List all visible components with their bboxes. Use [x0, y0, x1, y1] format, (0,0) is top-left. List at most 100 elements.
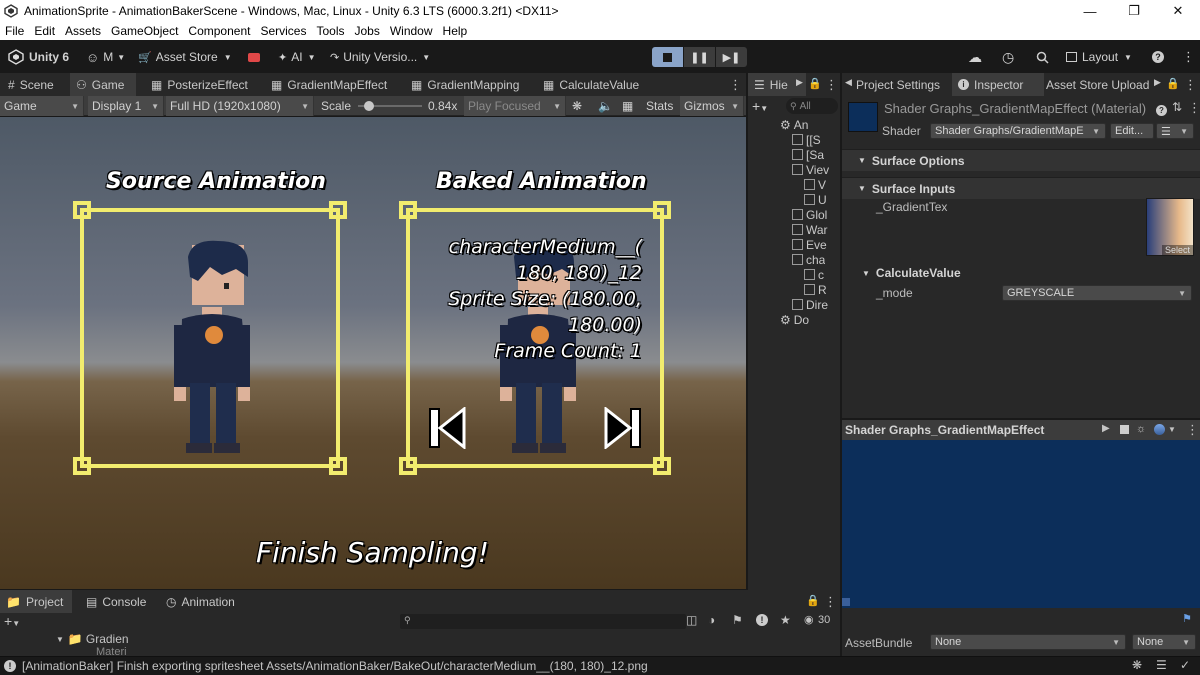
project-folder-row[interactable]: ▼ 📁 Gradien [56, 632, 129, 646]
tab-posterize-effect[interactable]: ▦ PosterizeEffect [145, 73, 265, 96]
chevron-down-icon[interactable]: ▼ [1168, 425, 1176, 434]
project-search-input[interactable]: ⚲ [400, 614, 686, 629]
project-subfolder-row[interactable]: Materi [96, 646, 127, 656]
version-control-dropdown[interactable]: ↷ Unity Versio... ▼ [330, 47, 430, 67]
search-by-label-icon[interactable]: ◑ [708, 613, 715, 627]
hierarchy-object-row[interactable]: [[S [748, 132, 821, 147]
toolbar-more-menu[interactable]: ⋮ [1182, 47, 1195, 67]
account-dropdown[interactable]: ☺ M ▼ [86, 47, 125, 67]
preview-more-menu[interactable]: ⋮ [1186, 422, 1199, 438]
mode-dropdown[interactable]: GREYSCALE ▼ [1002, 285, 1192, 301]
maximize-icon[interactable]: ❐ [1112, 0, 1156, 22]
component-more-menu[interactable]: ⋮ [1188, 100, 1200, 116]
help-icon[interactable]: ? [1156, 102, 1167, 116]
minimize-icon[interactable]: — [1068, 0, 1112, 22]
hierarchy-object-row[interactable]: [Sa [748, 147, 824, 162]
tab-project[interactable]: 📁 Project [0, 590, 72, 613]
preview-stop-icon[interactable] [1120, 425, 1129, 434]
tab-inspector[interactable]: i Inspector [952, 73, 1044, 96]
material-preview-area[interactable] [842, 440, 1200, 608]
tab-project-settings[interactable]: Project Settings [850, 73, 950, 96]
audio-icon[interactable]: 🔈 [598, 96, 613, 116]
surface-inputs-header[interactable]: ▼ Surface Inputs [842, 177, 1200, 199]
previous-frame-icon[interactable] [428, 407, 468, 449]
shader-dropdown[interactable]: Shader Graphs/GradientMapE ▼ [930, 123, 1106, 139]
gradient-texture-slot[interactable]: Select [1146, 198, 1194, 256]
lock-icon[interactable]: 🔒 [808, 77, 822, 90]
preview-play-icon[interactable]: ▶ [1102, 423, 1110, 434]
stats-grid-icon[interactable]: ▦ [622, 96, 633, 116]
hierarchy-scene-row[interactable]: ⚙ Do [748, 312, 809, 327]
ai-dropdown[interactable]: ✦ AI ▼ [278, 47, 315, 67]
hierarchy-object-row[interactable]: War [748, 222, 828, 237]
search-button[interactable] [1036, 47, 1049, 67]
project-more-menu[interactable]: ⋮ [824, 594, 837, 610]
menu-services[interactable]: Services [255, 24, 311, 38]
select-texture-button[interactable]: Select [1161, 245, 1193, 255]
favorite-star-icon[interactable]: ★ [780, 613, 791, 627]
hierarchy-object-row[interactable]: cha [748, 252, 825, 267]
scale-slider-handle[interactable] [364, 101, 375, 111]
status-message[interactable]: [AnimationBaker] Finish exporting sprite… [22, 659, 648, 673]
hierarchy-object-row[interactable]: V [748, 177, 826, 192]
search-by-type-icon[interactable]: ◫ [686, 613, 697, 627]
menu-jobs[interactable]: Jobs [349, 24, 384, 38]
menu-tools[interactable]: Tools [311, 24, 349, 38]
preview-light-icon[interactable]: ☼ [1136, 423, 1146, 435]
lock-icon[interactable]: 🔒 [806, 594, 820, 607]
inspector-more-menu[interactable]: ⋮ [1184, 77, 1197, 93]
pause-button[interactable]: ❚❚ [684, 47, 715, 67]
preset-icon[interactable]: ⇅ [1172, 100, 1182, 114]
menu-gameobject[interactable]: GameObject [106, 24, 183, 38]
resolution-dropdown[interactable]: Full HD (1920x1080) ▼ [166, 96, 314, 116]
cloud-button[interactable]: ☁ [968, 47, 982, 67]
view-mode-dropdown[interactable]: Game ▼ [0, 96, 84, 116]
gizmos-dropdown[interactable]: Gizmos ▼ [680, 96, 744, 116]
hierarchy-object-row[interactable]: c [748, 267, 824, 282]
history-button[interactable]: ◷ [1002, 47, 1014, 67]
stats-button[interactable]: Stats [646, 96, 673, 116]
create-asset-button[interactable]: +▼ [4, 613, 20, 629]
add-object-button[interactable]: +▼ [752, 98, 768, 114]
layout-dropdown[interactable]: Layout ▼ [1066, 47, 1132, 67]
menu-file[interactable]: File [0, 24, 29, 38]
asset-store-dropdown[interactable]: 🛒 Asset Store ▼ [138, 47, 232, 67]
close-icon[interactable]: ✕ [1156, 0, 1200, 22]
check-circle-icon[interactable]: ✓ [1180, 658, 1190, 672]
game-viewport[interactable]: Source Animation Baked Animation charact… [0, 117, 746, 589]
scale-slider[interactable] [358, 96, 422, 116]
tab-gradient-mapping[interactable]: ▦ GradientMapping [405, 73, 529, 96]
hierarchy-more-menu[interactable]: ⋮ [825, 77, 838, 93]
tag-icon[interactable]: ⚑ [732, 613, 743, 627]
layers-icon[interactable]: ☰ [1156, 658, 1167, 672]
asset-bundle-variant-dropdown[interactable]: None ▼ [1132, 634, 1196, 650]
unity-version-button[interactable]: Unity 6 [8, 47, 69, 67]
alert-icon[interactable]: ! [756, 614, 768, 626]
hierarchy-object-row[interactable]: Eve [748, 237, 827, 252]
play-mode-dropdown[interactable]: Play Focused ▼ [464, 96, 566, 116]
tab-gradient-map-effect[interactable]: ▦ GradientMapEffect [265, 73, 395, 96]
asset-bundle-name-dropdown[interactable]: None ▼ [930, 634, 1126, 650]
hierarchy-object-row[interactable]: Dire [748, 297, 828, 312]
tab-asset-store-upload[interactable]: Asset Store Upload [1040, 73, 1156, 96]
menu-assets[interactable]: Assets [60, 24, 106, 38]
label-tag-icon[interactable]: ⚑ [1182, 612, 1192, 625]
scene-tab-more-menu[interactable]: ⋮ [729, 77, 742, 93]
lock-icon[interactable]: 🔒 [1166, 77, 1180, 90]
tab-calculate-value[interactable]: ▦ CalculateValue [537, 73, 651, 96]
menu-window[interactable]: Window [385, 24, 438, 38]
shader-options-dropdown[interactable]: ☰ ▼ [1156, 123, 1194, 139]
visibility-eye-icon[interactable]: ◉ [804, 613, 814, 626]
help-button[interactable]: ? [1152, 47, 1164, 67]
tab-game[interactable]: ⚇ Game [70, 73, 136, 96]
menu-help[interactable]: Help [438, 24, 473, 38]
debug-bug-icon[interactable]: ❋ [1132, 658, 1142, 672]
hierarchy-scene-row[interactable]: ⚙ An [748, 117, 808, 132]
hierarchy-object-row[interactable]: R [748, 282, 827, 297]
tab-console[interactable]: ▤ Console [80, 590, 154, 613]
surface-options-header[interactable]: ▼ Surface Options [842, 149, 1200, 171]
display-dropdown[interactable]: Display 1 ▼ [88, 96, 164, 116]
preview-sphere-icon[interactable] [1154, 424, 1165, 435]
bug-icon[interactable]: ❋ [572, 96, 582, 116]
menu-component[interactable]: Component [183, 24, 255, 38]
